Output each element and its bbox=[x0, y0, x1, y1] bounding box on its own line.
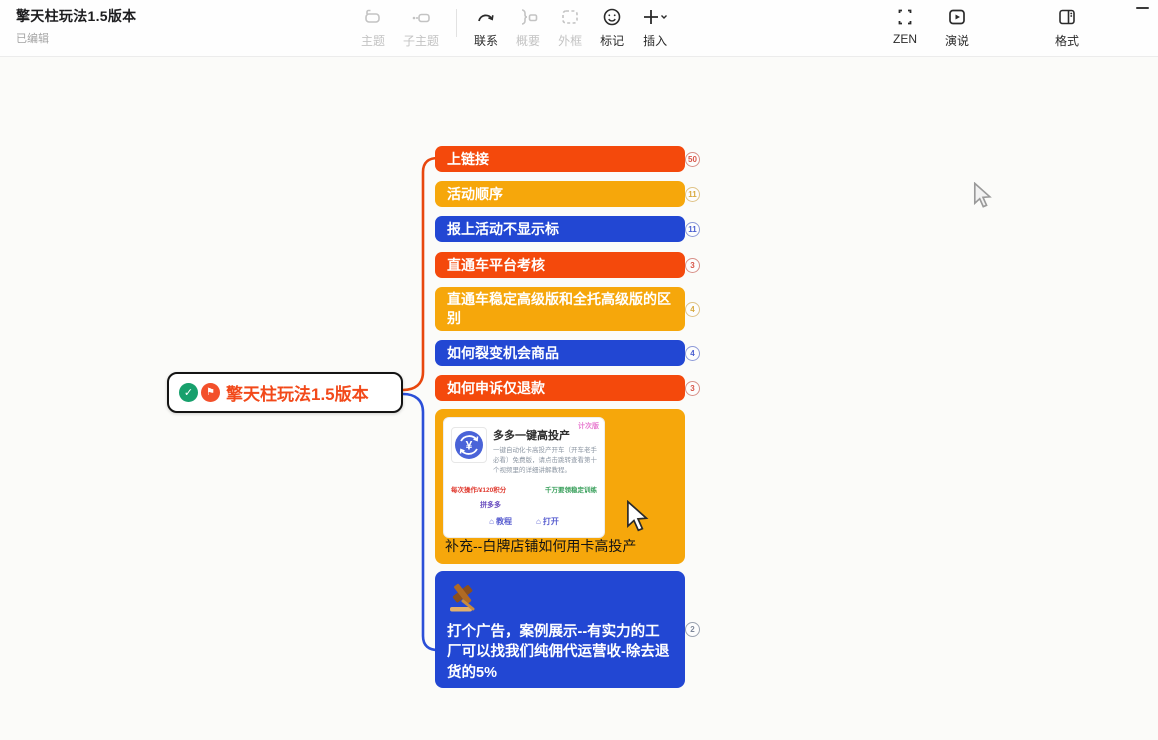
supplement-caption: 补充--白牌店铺如何用卡高投产 bbox=[445, 536, 636, 556]
branch-label: 直通车平台考核 bbox=[447, 256, 545, 275]
toolbar-zen-button[interactable]: ZEN bbox=[884, 5, 926, 46]
badge-count: 11 bbox=[688, 190, 696, 199]
branch-node-shensu-tuikuan[interactable]: 如何申诉仅退款 bbox=[435, 375, 685, 401]
branch-node-ad-card[interactable]: 打个广告，案例展示--有实力的工厂可以找我们纯佣代运营收-除去退货的5% bbox=[435, 571, 685, 688]
toolbar-relationship-label: 联系 bbox=[474, 32, 498, 49]
notes-count-badge[interactable]: 11 bbox=[685, 187, 700, 202]
relationship-icon bbox=[475, 5, 497, 29]
toolbar-insert-label: 插入 bbox=[643, 32, 667, 49]
toolbar-present-label: 演说 bbox=[945, 32, 969, 49]
toolbar-boundary-label: 外框 bbox=[558, 32, 582, 49]
badge-count: 4 bbox=[690, 349, 694, 358]
branch-node-huodong-shunxu[interactable]: 活动顺序 bbox=[435, 181, 685, 207]
notes-count-badge[interactable]: 2 bbox=[685, 622, 700, 637]
document-title: 擎天柱玩法1.5版本 bbox=[16, 6, 136, 26]
branch-node-liebian-shangpin[interactable]: 如何裂变机会商品 bbox=[435, 340, 685, 366]
toolbar-summary-button[interactable]: 概要 bbox=[507, 5, 549, 49]
document-status: 已编辑 bbox=[16, 30, 136, 46]
toolbar-summary-label: 概要 bbox=[516, 32, 540, 49]
embed-tip-note: 千万要领稳定训练 bbox=[545, 484, 597, 494]
zen-mode-icon bbox=[894, 5, 916, 29]
toolbar-topic-button[interactable]: 主题 bbox=[352, 5, 394, 49]
subtopic-icon bbox=[410, 5, 432, 29]
window-minimize-dash[interactable] bbox=[1136, 7, 1149, 9]
toolbar-format-button[interactable]: 格式 bbox=[1046, 5, 1088, 49]
flag-icon[interactable]: ⚑ bbox=[201, 383, 220, 402]
badge-count: 4 bbox=[690, 305, 694, 314]
badge-count: 3 bbox=[690, 261, 694, 270]
document-title-block: 擎天柱玩法1.5版本 已编辑 bbox=[16, 6, 136, 46]
branch-label: 活动顺序 bbox=[447, 185, 503, 204]
notes-count-badge[interactable]: 4 bbox=[685, 302, 700, 317]
embed-price-note: 每次操作/¥120积分 bbox=[451, 484, 506, 494]
presentation-play-icon bbox=[946, 5, 968, 29]
toolbar-marker-button[interactable]: 标记 bbox=[591, 5, 633, 49]
open-button[interactable]: ⌂打开 bbox=[536, 516, 559, 527]
branch-label: 直通车稳定高级版和全托高级版的区别 bbox=[447, 290, 673, 328]
toolbar-format-label: 格式 bbox=[1055, 32, 1079, 49]
branch-node-shanglianjie[interactable]: 上链接 bbox=[435, 146, 685, 172]
notes-count-badge[interactable]: 4 bbox=[685, 346, 700, 361]
home-icon: ⌂ bbox=[489, 517, 494, 526]
tutorial-button[interactable]: ⌂教程 bbox=[489, 516, 512, 527]
embed-buttons-row: ⌂教程 ⌂打开 bbox=[444, 516, 604, 527]
branch-label: 上链接 bbox=[447, 150, 489, 169]
toolbar-boundary-button[interactable]: 外框 bbox=[549, 5, 591, 49]
yuan-refresh-icon: ¥ bbox=[453, 429, 485, 461]
embedded-app-screenshot[interactable]: 计次版 ¥ 多多一键高投产 一键自动化卡高投产开车（开车老手必看）免费版，请点击… bbox=[443, 417, 605, 538]
summary-icon bbox=[517, 5, 539, 29]
branch-node-zhitongche-qubie[interactable]: 直通车稳定高级版和全托高级版的区别 bbox=[435, 287, 685, 331]
check-icon[interactable]: ✓ bbox=[179, 383, 198, 402]
notes-count-badge[interactable]: 3 bbox=[685, 381, 700, 396]
root-topic-label: 擎天柱玩法1.5版本 bbox=[226, 380, 369, 405]
badge-count: 11 bbox=[688, 225, 696, 234]
toolbar-subtopic-label: 子主题 bbox=[403, 32, 439, 49]
badge-count: 3 bbox=[690, 384, 694, 393]
toolbar-subtopic-button[interactable]: 子主题 bbox=[394, 5, 448, 49]
app-header: 擎天柱玩法1.5版本 已编辑 主题 子主题 bbox=[0, 0, 1158, 57]
embed-app-title: 多多一键高投产 bbox=[493, 427, 601, 443]
toolbar-zen-label: ZEN bbox=[893, 32, 917, 46]
gavel-icon bbox=[447, 581, 483, 613]
badge-count: 2 bbox=[690, 625, 694, 634]
cursor-arrow-system bbox=[972, 182, 994, 208]
branch-label: 如何申诉仅退款 bbox=[447, 379, 545, 398]
insert-plus-icon bbox=[642, 5, 668, 29]
toolbar-present-button[interactable]: 演说 bbox=[936, 5, 978, 49]
branch-label: 如何裂变机会商品 bbox=[447, 344, 559, 363]
toolbar-relationship-button[interactable]: 联系 bbox=[465, 5, 507, 49]
toolbar-insert-button[interactable]: 插入 bbox=[633, 5, 677, 49]
notes-count-badge[interactable]: 50 bbox=[685, 152, 700, 167]
open-button-label: 打开 bbox=[543, 516, 559, 527]
embed-header: ¥ 多多一键高投产 一键自动化卡高投产开车（开车老手必看）免费版，请点击跳转查看… bbox=[451, 427, 601, 476]
toolbar-left: 主题 子主题 联系 bbox=[352, 5, 677, 49]
embed-platform-label: 拼多多 bbox=[480, 500, 501, 510]
tutorial-button-label: 教程 bbox=[496, 516, 512, 527]
toolbar-topic-label: 主题 bbox=[361, 32, 385, 49]
toolbar-divider bbox=[456, 9, 457, 37]
topic-icon bbox=[362, 5, 384, 29]
notes-count-badge[interactable]: 3 bbox=[685, 258, 700, 273]
branch-node-baoshanghuodong[interactable]: 报上活动不显示标 bbox=[435, 216, 685, 242]
root-topic-node[interactable]: ✓ ⚑ 擎天柱玩法1.5版本 bbox=[167, 372, 403, 413]
home-icon: ⌂ bbox=[536, 517, 541, 526]
cursor-arrow-content bbox=[624, 500, 652, 532]
embed-app-description: 一键自动化卡高投产开车（开车老手必看）免费版，请点击跳转查看第十个视频里的详细讲… bbox=[493, 446, 601, 476]
app-logo-frame: ¥ bbox=[451, 427, 487, 463]
boundary-icon bbox=[559, 5, 581, 29]
branch-label: 报上活动不显示标 bbox=[447, 220, 559, 239]
branch-node-zhitongche-kaohe[interactable]: 直通车平台考核 bbox=[435, 252, 685, 278]
notes-count-badge[interactable]: 11 bbox=[685, 222, 700, 237]
badge-count: 50 bbox=[688, 155, 697, 164]
toolbar-marker-label: 标记 bbox=[600, 32, 624, 49]
marker-smiley-icon bbox=[601, 5, 623, 29]
svg-text:¥: ¥ bbox=[466, 439, 473, 453]
ad-card-text: 打个广告，案例展示--有实力的工厂可以找我们纯佣代运营收-除去退货的5% bbox=[447, 622, 673, 683]
format-panel-icon bbox=[1056, 5, 1078, 29]
branch-node-supplement-card[interactable]: 计次版 ¥ 多多一键高投产 一键自动化卡高投产开车（开车老手必看）免费版，请点击… bbox=[435, 409, 685, 564]
